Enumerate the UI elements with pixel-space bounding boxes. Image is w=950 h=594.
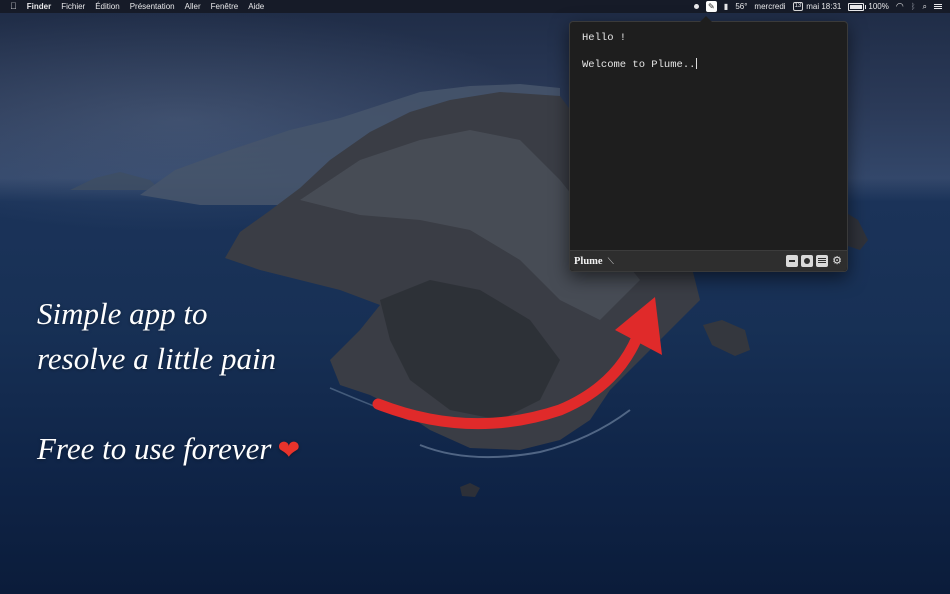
red-arrow	[372, 297, 662, 430]
